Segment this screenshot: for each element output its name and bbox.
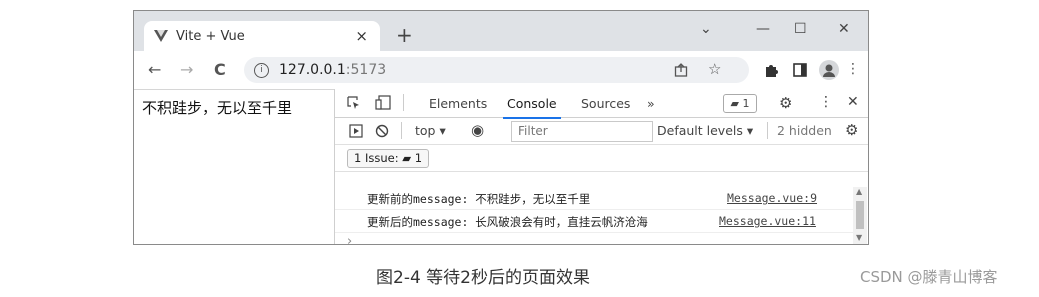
settings-gear-icon[interactable]: ⚙ bbox=[779, 94, 792, 112]
sidebar-toggle-icon[interactable] bbox=[349, 124, 363, 138]
address-bar-row: ← → C i 127.0.0.1:5173 ☆ ⋮ bbox=[134, 51, 868, 90]
clear-console-icon[interactable] bbox=[375, 124, 389, 138]
bookmark-star-icon[interactable]: ☆ bbox=[708, 60, 721, 78]
log-source-link[interactable]: Message.vue:9 bbox=[727, 191, 817, 205]
log-message: 更新前的message: 不积跬步，无以至千里 bbox=[367, 192, 591, 206]
console-toolbar: top ▾ ◉ Filter Default levels ▾ 2 hidden… bbox=[335, 118, 868, 145]
issues-button[interactable]: 1 Issue: ▰ 1 bbox=[347, 149, 430, 168]
new-tab-button[interactable]: + bbox=[396, 23, 413, 47]
extensions-icon[interactable] bbox=[764, 62, 778, 78]
devtools-tab-bar: Elements Console Sources » ▰ 1 ⚙ ⋮ ✕ bbox=[335, 89, 868, 119]
side-panel-icon[interactable] bbox=[793, 63, 807, 77]
filter-input[interactable]: Filter bbox=[511, 121, 653, 142]
close-window-button[interactable]: ✕ bbox=[838, 21, 850, 37]
message-icon: ▰ bbox=[402, 151, 412, 165]
tab-title: Vite + Vue bbox=[176, 28, 245, 44]
tab-close-icon[interactable]: × bbox=[355, 27, 368, 45]
tab-strip: Vite + Vue × + ⌄ — ☐ ✕ bbox=[134, 11, 868, 51]
chevron-down-icon[interactable]: ⌄ bbox=[700, 21, 712, 37]
divider bbox=[401, 122, 402, 139]
site-info-icon[interactable]: i bbox=[254, 62, 269, 78]
back-button[interactable]: ← bbox=[148, 60, 161, 79]
figure-caption: 图2-4 等待2秒后的页面效果 bbox=[376, 268, 590, 288]
browser-tab[interactable]: Vite + Vue × bbox=[144, 21, 380, 51]
live-expression-eye-icon[interactable]: ◉ bbox=[471, 121, 484, 139]
issues-row: 1 Issue: ▰ 1 bbox=[335, 145, 868, 172]
context-selector[interactable]: top ▾ bbox=[415, 123, 446, 138]
scroll-thumb[interactable] bbox=[856, 201, 864, 229]
inspect-element-icon[interactable] bbox=[347, 96, 361, 110]
log-levels-dropdown[interactable]: Default levels ▾ bbox=[657, 123, 753, 138]
more-menu-icon[interactable]: ⋮ bbox=[846, 61, 860, 77]
share-icon[interactable] bbox=[674, 63, 688, 77]
console-log-line: 更新前的message: 不积跬步，无以至千里 Message.vue:9 bbox=[335, 187, 853, 210]
divider bbox=[767, 122, 768, 139]
tab-sources[interactable]: Sources bbox=[581, 96, 630, 111]
vue-logo-icon bbox=[154, 30, 168, 42]
reload-button[interactable]: C bbox=[214, 60, 226, 79]
console-log-line: 更新后的message: 长风破浪会有时，直挂云帆济沧海 Message.vue… bbox=[335, 210, 853, 233]
log-message: 更新后的message: 长风破浪会有时，直挂云帆济沧海 bbox=[367, 215, 648, 229]
profile-avatar-icon[interactable] bbox=[819, 60, 839, 80]
devtools-menu-icon[interactable]: ⋮ bbox=[819, 94, 833, 110]
log-source-link[interactable]: Message.vue:11 bbox=[719, 214, 816, 228]
browser-window: Vite + Vue × + ⌄ — ☐ ✕ ← → C i 127.0.0.1… bbox=[133, 10, 869, 245]
more-tabs-button[interactable]: » bbox=[647, 96, 655, 111]
console-prompt[interactable]: › bbox=[347, 234, 352, 244]
forward-button[interactable]: → bbox=[180, 60, 193, 79]
scroll-down-arrow-icon[interactable]: ▼ bbox=[856, 233, 862, 242]
scroll-up-arrow-icon[interactable]: ▲ bbox=[856, 187, 862, 196]
hidden-count: 2 hidden bbox=[777, 123, 832, 138]
device-toolbar-icon[interactable] bbox=[375, 95, 391, 110]
tab-console[interactable]: Console bbox=[503, 96, 561, 119]
minimize-button[interactable]: — bbox=[756, 21, 770, 37]
issues-badge[interactable]: ▰ 1 bbox=[723, 94, 757, 113]
watermark: CSDN @滕青山博客 bbox=[860, 268, 998, 286]
maximize-button[interactable]: ☐ bbox=[794, 21, 807, 37]
tab-elements[interactable]: Elements bbox=[429, 96, 487, 111]
console-scrollbar[interactable]: ▲ ▼ bbox=[853, 187, 867, 244]
devtools-panel: Elements Console Sources » ▰ 1 ⚙ ⋮ ✕ top… bbox=[334, 89, 868, 244]
address-bar[interactable]: i 127.0.0.1:5173 ☆ bbox=[244, 57, 749, 83]
url-text: 127.0.0.1:5173 bbox=[279, 62, 387, 78]
divider bbox=[403, 94, 404, 111]
page-content-text: 不积跬步，无以至千里 bbox=[142, 99, 293, 117]
console-settings-gear-icon[interactable]: ⚙ bbox=[845, 121, 858, 139]
message-icon: ▰ bbox=[730, 97, 739, 110]
close-devtools-icon[interactable]: ✕ bbox=[847, 94, 859, 110]
